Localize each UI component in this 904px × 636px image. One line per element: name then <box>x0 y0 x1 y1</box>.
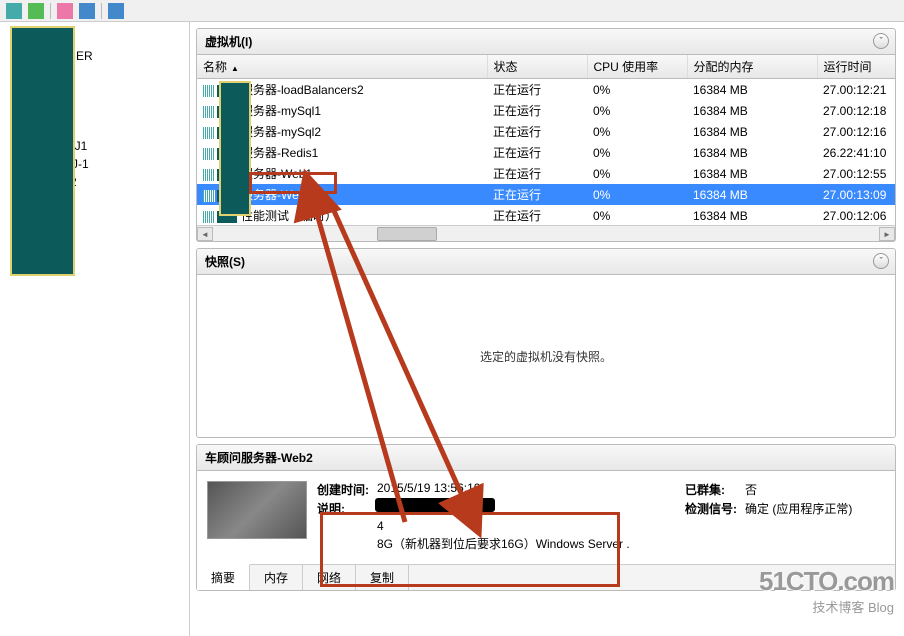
toolbar-icon-5[interactable] <box>108 3 124 19</box>
cluster-value: 否 <box>745 481 885 498</box>
collapse-icon[interactable]: ˇ <box>873 33 889 49</box>
tab-network[interactable]: 网络 <box>303 565 356 590</box>
toolbar-icon-1[interactable] <box>6 3 22 19</box>
table-row[interactable]: 服务器-Redis1正在运行0%16384 MB26.22:41:10 <box>197 142 895 163</box>
desc-value-3: 8G（新机器到位后要求16G）Windows Server . <box>377 535 675 552</box>
redaction-scribble <box>375 498 495 512</box>
detail-right: 已群集: 否 检测信号: 确定 (应用程序正常) <box>685 481 885 554</box>
vm-thumbnail <box>207 481 307 539</box>
table-row[interactable]: 服务器-mySql2正在运行0%16384 MB27.00:12:16 <box>197 121 895 142</box>
snapshot-body: 选定的虚拟机没有快照。 <box>197 275 895 437</box>
collapse-icon[interactable]: ˇ <box>873 253 889 269</box>
table-row[interactable]: 服务器-mySql1正在运行0%16384 MB27.00:12:18 <box>197 100 895 121</box>
detail-meta: 创建时间: 2015/5/19 13:56:10 说明: che_W_Web2 … <box>317 481 675 554</box>
desc-label: 说明: <box>317 500 377 517</box>
toolbar-icon-3[interactable] <box>57 3 73 19</box>
content-area: 虚拟机(I) ˇ 名称▲ 状态 CPU 使用率 分配的内存 运行时间 服务器-l… <box>190 22 904 636</box>
vm-table: 名称▲ 状态 CPU 使用率 分配的内存 运行时间 服务器-loadBalanc… <box>197 55 895 225</box>
snapshot-panel-header: 快照(S) ˇ <box>197 249 895 275</box>
scroll-thumb[interactable] <box>377 227 437 241</box>
snapshot-empty-text: 选定的虚拟机没有快照。 <box>480 348 612 365</box>
cluster-label: 已群集: <box>685 481 745 498</box>
col-name[interactable]: 名称▲ <box>197 55 487 79</box>
tab-memory[interactable]: 内存 <box>250 565 303 590</box>
watermark-line1: 51CTO.com <box>759 566 894 597</box>
detail-body: 创建时间: 2015/5/19 13:56:10 说明: che_W_Web2 … <box>197 471 895 564</box>
vm-panel-title: 虚拟机(I) <box>205 35 252 49</box>
scroll-left-icon[interactable]: ◄ <box>197 227 213 241</box>
tab-replication[interactable]: 复制 <box>356 565 409 590</box>
table-row[interactable]: 服务器-Web1正在运行0%16384 MB27.00:12:55 <box>197 163 895 184</box>
col-mem[interactable]: 分配的内存 <box>687 55 817 79</box>
watermark-line2: 技术博客 Blog <box>759 597 894 616</box>
snapshot-panel: 快照(S) ˇ 选定的虚拟机没有快照。 <box>196 248 896 438</box>
toolbar <box>0 0 904 22</box>
horizontal-scrollbar[interactable]: ◄ ► <box>197 225 895 241</box>
toolbar-icon-2[interactable] <box>28 3 44 19</box>
desc-value-2: 4 <box>377 519 675 533</box>
check-value: 确定 (应用程序正常) <box>745 500 885 517</box>
scroll-right-icon[interactable]: ► <box>879 227 895 241</box>
detail-panel-title: 车顾问服务器-Web2 <box>205 451 313 465</box>
created-value: 2015/5/19 13:56:10 <box>377 481 675 498</box>
toolbar-sep <box>50 3 51 19</box>
table-row[interactable]: 服务器-loadBalancers2正在运行0%16384 MB27.00:12… <box>197 79 895 101</box>
check-label: 检测信号: <box>685 500 745 517</box>
redaction-box <box>10 26 75 276</box>
toolbar-sep <box>101 3 102 19</box>
table-row[interactable]: 性能测试（临时）正在运行0%16384 MB27.00:12:06 <box>197 205 895 225</box>
vm-panel: 虚拟机(I) ˇ 名称▲ 状态 CPU 使用率 分配的内存 运行时间 服务器-l… <box>196 28 896 242</box>
col-state[interactable]: 状态 <box>487 55 587 79</box>
snapshot-panel-title: 快照(S) <box>205 255 245 269</box>
col-cpu[interactable]: CPU 使用率 <box>587 55 687 79</box>
detail-panel-header: 车顾问服务器-Web2 <box>197 445 895 471</box>
col-time[interactable]: 运行时间 <box>817 55 895 79</box>
created-label: 创建时间: <box>317 481 377 498</box>
sidebar: 管理器 -MANAGER 1 1 4 5 CJJ1 -BJ-1 J-2 <box>0 22 190 636</box>
table-row[interactable]: 服务器-Web2正在运行0%16384 MB27.00:13:09 <box>197 184 895 205</box>
redaction-box <box>219 81 251 216</box>
toolbar-icon-4[interactable] <box>79 3 95 19</box>
watermark: 51CTO.com 技术博客 Blog <box>759 566 894 616</box>
tab-summary[interactable]: 摘要 <box>197 564 250 590</box>
vm-panel-header: 虚拟机(I) ˇ <box>197 29 895 55</box>
